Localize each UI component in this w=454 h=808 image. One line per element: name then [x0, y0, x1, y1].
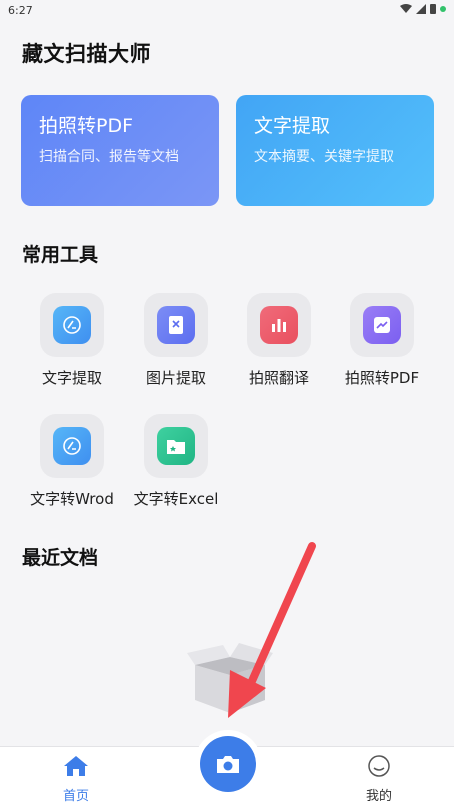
text-to-word-icon — [53, 427, 91, 465]
tool-label: 文字转Excel — [133, 490, 219, 508]
home-icon — [64, 756, 88, 776]
tool-photo-translate[interactable]: 拍照翻译 — [229, 293, 329, 388]
trend-icon — [374, 317, 390, 333]
tool-label: 文字转Wrod — [30, 490, 114, 508]
text-extract-icon — [53, 306, 91, 344]
tool-icon-wrap — [40, 293, 104, 357]
status-bar: 6:27 — [0, 0, 454, 22]
translate-icon — [260, 306, 298, 344]
text-extract-card[interactable]: 文字提取 文本摘要、关键字提取 — [236, 95, 434, 206]
card-title: 拍照转PDF — [39, 115, 134, 137]
camera-icon — [217, 756, 239, 773]
photo-pdf-icon — [363, 306, 401, 344]
nav-home[interactable]: 首页 — [36, 755, 116, 804]
system-icons — [400, 3, 446, 14]
text-to-excel-icon — [157, 427, 195, 465]
pointer-arrow-icon — [228, 542, 316, 718]
signal-icon — [416, 3, 426, 14]
tool-icon-wrap — [144, 414, 208, 478]
tool-icon-wrap — [247, 293, 311, 357]
tool-icon-wrap — [144, 293, 208, 357]
smile-face-icon — [368, 755, 390, 777]
nav-home-label: 首页 — [62, 789, 89, 804]
recent-docs-title: 最近文档 — [22, 547, 99, 569]
notification-dot-icon — [440, 5, 446, 12]
page-title: 藏文扫描大师 — [22, 42, 151, 66]
nav-mine[interactable]: 我的 — [339, 755, 419, 804]
tool-text-extract[interactable]: 文字提取 — [22, 293, 122, 388]
nav-mine-label: 我的 — [365, 789, 392, 804]
wifi-icon — [400, 3, 412, 13]
tool-photo-to-pdf[interactable]: 拍照转PDF — [332, 293, 432, 388]
tool-label: 拍照转PDF — [344, 369, 420, 387]
tool-text-to-excel[interactable]: 文字转Excel — [126, 414, 226, 509]
tool-text-to-word[interactable]: 文字转Wrod — [22, 414, 122, 509]
tool-image-extract[interactable]: 图片提取 — [126, 293, 226, 388]
battery-icon — [430, 4, 436, 14]
image-extract-icon — [157, 306, 195, 344]
pen-icon — [63, 316, 81, 334]
tool-label: 图片提取 — [145, 369, 206, 387]
tool-label: 拍照翻译 — [248, 369, 309, 387]
tools-section-title: 常用工具 — [22, 244, 99, 266]
card-description: 文本摘要、关键字提取 — [254, 149, 394, 165]
bar-chart-icon — [272, 319, 286, 332]
status-time: 6:27 — [8, 4, 33, 17]
camera-button[interactable] — [200, 736, 256, 792]
pen-icon — [63, 437, 81, 455]
card-description: 扫描合同、报告等文档 — [39, 149, 179, 165]
card-title: 文字提取 — [254, 115, 331, 137]
tool-label: 文字提取 — [41, 369, 102, 387]
tool-icon-wrap — [350, 293, 414, 357]
tool-icon-wrap — [40, 414, 104, 478]
photo-to-pdf-card[interactable]: 拍照转PDF 扫描合同、报告等文档 — [21, 95, 219, 206]
document-icon — [169, 316, 183, 334]
folder-star-icon — [167, 440, 185, 454]
